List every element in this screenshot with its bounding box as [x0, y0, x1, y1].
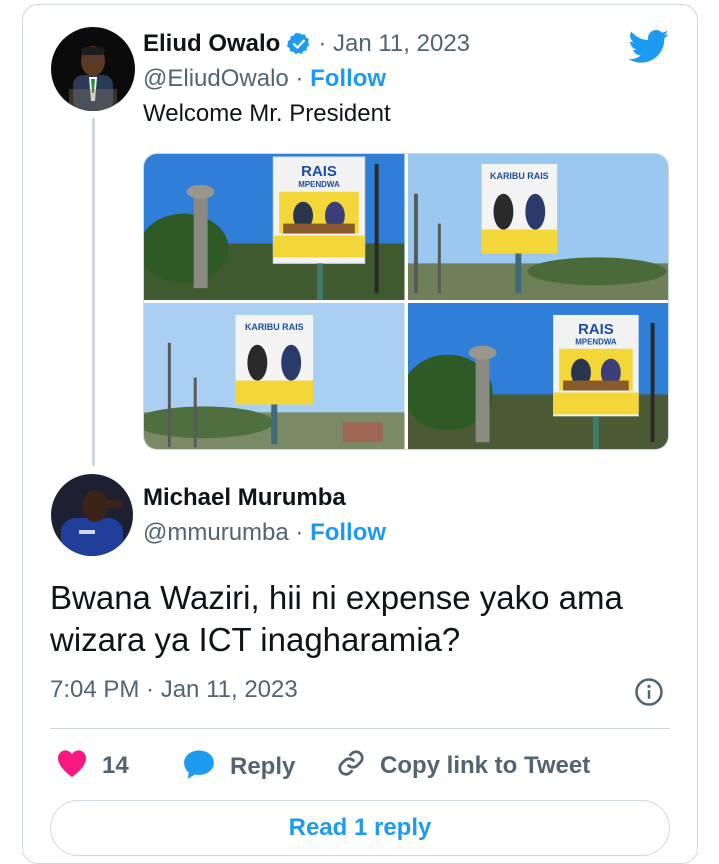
- author-name-row: Eliud Owalo · Jan 11, 2023: [143, 30, 470, 58]
- reply-follow-button[interactable]: Follow: [310, 519, 386, 546]
- media-grid: RAIS MPENDWA KARIBU RAIS KARIBU RAIS RAI…: [143, 153, 669, 450]
- author-display-name[interactable]: Eliud Owalo: [143, 30, 280, 58]
- reply-button[interactable]: Reply: [182, 748, 295, 785]
- reply-timestamp[interactable]: 7:04 PM · Jan 11, 2023: [50, 676, 298, 704]
- reply-bubble-icon: [182, 748, 216, 785]
- copy-link-label: Copy link to Tweet: [380, 751, 591, 779]
- link-icon: [336, 748, 366, 783]
- follow-separator: ·: [288, 65, 311, 92]
- tweet-date[interactable]: · Jan 11, 2023: [318, 30, 470, 58]
- reply-author-name-row: Michael Murumba: [143, 484, 346, 512]
- like-button[interactable]: 14: [56, 748, 129, 783]
- billboard-text: RAIS: [301, 164, 337, 180]
- verified-badge-icon: [286, 31, 312, 57]
- tweet-photo-4[interactable]: RAIS MPENDWA: [407, 303, 668, 449]
- billboard-text: KARIBU RAIS: [245, 322, 304, 332]
- reply-author-handle[interactable]: @mmurumba: [143, 519, 289, 546]
- tweet-photo-1[interactable]: RAIS MPENDWA: [144, 154, 405, 301]
- reply-label: Reply: [230, 752, 296, 780]
- author-avatar[interactable]: [51, 27, 135, 111]
- reply-author-display-name[interactable]: Michael Murumba: [143, 484, 346, 512]
- info-icon[interactable]: [634, 677, 664, 712]
- tweet-photo-2[interactable]: KARIBU RAIS: [407, 154, 668, 301]
- heart-icon: [56, 748, 88, 783]
- thread-line: [92, 118, 95, 466]
- like-count: 14: [102, 751, 129, 779]
- reply-text: Bwana Waziri, hii ni expense yako ama wi…: [50, 579, 623, 658]
- billboard-text: RAIS: [578, 322, 614, 338]
- divider: [50, 728, 670, 729]
- reply-author-handle-row: @mmurumba · Follow: [143, 519, 386, 547]
- tweet-photo-3[interactable]: KARIBU RAIS: [144, 303, 405, 449]
- billboard-subtext: MPENDWA: [575, 338, 617, 347]
- copy-link-button[interactable]: Copy link to Tweet: [336, 748, 590, 783]
- twitter-bird-icon[interactable]: [628, 30, 670, 69]
- tweet-text: Welcome Mr. President: [143, 100, 391, 127]
- follow-button[interactable]: Follow: [310, 65, 386, 92]
- author-handle[interactable]: @EliudOwalo: [143, 65, 289, 92]
- reply-author-avatar[interactable]: [51, 474, 133, 556]
- follow-separator: ·: [288, 519, 311, 546]
- billboard-subtext: MPENDWA: [298, 180, 340, 189]
- billboard-text: KARIBU RAIS: [490, 171, 549, 181]
- author-handle-row: @EliudOwalo · Follow: [143, 65, 386, 93]
- read-replies-button[interactable]: Read 1 reply: [50, 800, 670, 856]
